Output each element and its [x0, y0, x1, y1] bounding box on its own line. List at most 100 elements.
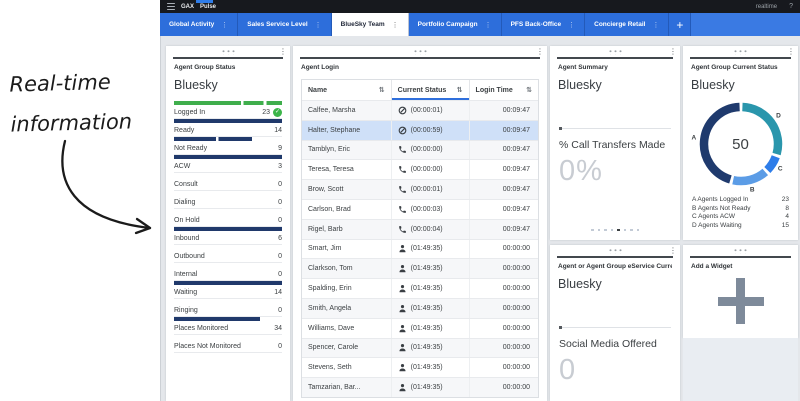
top-bar: GAX Pulse realtime ?	[160, 0, 800, 13]
carousel-dot-8[interactable]	[636, 228, 639, 231]
column-header-current-status[interactable]: Current Status ⇅	[392, 80, 470, 100]
agent-row-teresa-teresa[interactable]: Teresa, Teresa (00:00:00) 00:09:47	[302, 159, 538, 180]
drag-handle-icon[interactable]	[733, 48, 748, 55]
status-on-call-icon	[398, 225, 406, 233]
metric-label: ACW	[174, 163, 191, 170]
tab-sales-service-level[interactable]: Sales Service Level ⋮	[238, 13, 332, 36]
status-logged-off-icon	[399, 384, 406, 392]
tab-menu-icon[interactable]: ⋮	[315, 21, 322, 29]
widget-menu-icon[interactable]: ⋮	[279, 46, 287, 57]
add-tab-button[interactable]: +	[669, 13, 692, 36]
status-row-ready: Ready 14	[174, 119, 282, 137]
tab-menu-icon[interactable]: ⋮	[221, 21, 228, 29]
widget-menu-icon[interactable]: ⋮	[787, 46, 795, 57]
tab-menu-icon[interactable]: ⋮	[652, 21, 659, 29]
tab-menu-icon[interactable]: ⋮	[485, 21, 492, 29]
donut-segment-C	[763, 155, 780, 173]
metric-bar	[174, 137, 252, 141]
tab-concierge-retail[interactable]: Concierge Retail ⋮	[585, 13, 670, 36]
metric-value: 9	[278, 145, 282, 152]
donut-segment-label-D: D	[776, 112, 781, 120]
widget-title: Bluesky	[558, 277, 602, 291]
column-header-name[interactable]: Name ⇅	[302, 80, 392, 100]
agent-login-time: 00:00:00	[502, 304, 530, 312]
nav-pulse[interactable]: Pulse	[200, 4, 216, 10]
drag-handle-icon[interactable]	[412, 48, 428, 55]
agent-row-rigel-barb[interactable]: Rigel, Barb (00:00:04) 00:09:47	[302, 218, 538, 239]
tab-bluesky-team[interactable]: BlueSky Team ⋮	[331, 13, 409, 36]
drag-handle-icon[interactable]	[607, 247, 623, 254]
carousel-dot-1[interactable]	[591, 228, 594, 231]
agent-row-clarkson-tom[interactable]: Clarkson, Tom (01:49:35) 00:00:00	[302, 258, 538, 279]
metric-label: Consult	[174, 181, 198, 188]
column-header-login-time[interactable]: Login Time ⇅	[470, 80, 538, 100]
widget-menu-icon[interactable]: ⋮	[536, 46, 544, 57]
widget-menu-icon[interactable]: ⋮	[669, 46, 677, 57]
agent-name: Smart, Jim	[302, 239, 392, 259]
legend-row-B: B Agents Not Ready 8	[692, 204, 789, 212]
realtime-label: realtime	[755, 3, 778, 10]
widget-menu-icon[interactable]: ⋮	[669, 245, 677, 256]
drag-handle-icon[interactable]	[220, 48, 236, 55]
agent-login-time: 00:00:00	[502, 245, 530, 253]
carousel-dot-7[interactable]	[630, 228, 633, 231]
sort-icon[interactable]: ⇅	[457, 86, 463, 94]
carousel-dot-3[interactable]	[604, 228, 607, 231]
agent-row-smart-jim[interactable]: Smart, Jim (01:49:35) 00:00:00	[302, 238, 538, 259]
agent-current-status: (01:49:35)	[392, 279, 470, 298]
agent-row-tamzarian-bar[interactable]: Tamzarian, Bar... (01:49:35) 00:00:00	[302, 377, 538, 397]
status-logged-off-icon	[399, 245, 406, 253]
metric-value: 0	[278, 181, 282, 188]
status-on-call-icon	[398, 166, 406, 174]
agent-row-spalding-erin[interactable]: Spalding, Erin (01:49:35) 00:00:00	[302, 278, 538, 298]
tab-menu-icon[interactable]: ⋮	[568, 21, 575, 29]
status-on-call-icon	[398, 146, 406, 154]
drag-handle-icon[interactable]	[607, 48, 623, 55]
add-widget-plus-icon[interactable]	[717, 278, 764, 324]
agent-row-calfee-marsha[interactable]: Calfee, Marsha (00:00:01) 00:09:47	[302, 100, 538, 120]
metric-label: Inbound	[174, 235, 200, 242]
agent-row-carlson-brad[interactable]: Carlson, Brad (00:00:03) 00:09:47	[302, 198, 538, 219]
nav-gax[interactable]: GAX	[181, 4, 194, 10]
tab-menu-icon[interactable]: ⋮	[392, 21, 399, 29]
carousel-dot-4[interactable]	[610, 228, 613, 231]
agent-current-status: (00:00:01)	[392, 180, 470, 199]
status-ready-icon	[398, 106, 407, 115]
agent-row-halter-stephane[interactable]: Halter, Stephane (00:00:59) 00:09:47	[302, 119, 538, 140]
metric-label: Dialing	[174, 199, 196, 206]
metric-label: Not Ready	[174, 145, 208, 152]
carousel-dot-6[interactable]	[623, 228, 626, 231]
metric-label: Outbound	[174, 253, 205, 260]
carousel-dot-5[interactable]	[617, 228, 620, 231]
agent-row-williams-dave[interactable]: Williams, Dave (01:49:35) 00:00:00	[302, 317, 538, 338]
carousel-dot-2[interactable]	[597, 228, 600, 231]
agent-row-smith-angela[interactable]: Smith, Angela (01:49:35) 00:00:00	[302, 297, 538, 318]
status-row-internal: Internal 0	[174, 263, 282, 281]
agent-row-brow-scott[interactable]: Brow, Scott (00:00:01) 00:09:47	[302, 179, 538, 199]
metric-value: 0	[278, 307, 282, 314]
drag-handle-icon[interactable]	[733, 247, 748, 254]
agent-name: Carlson, Brad	[302, 199, 392, 219]
widget-header-label: Agent Group Status	[174, 64, 236, 71]
sort-icon[interactable]: ⇅	[526, 86, 532, 94]
agent-row-spencer-carole[interactable]: Spencer, Carole (01:49:35) 00:00:00	[302, 337, 538, 358]
help-icon[interactable]: ?	[789, 3, 793, 10]
agent-login-time: 00:09:47	[502, 126, 530, 134]
agent-name: Teresa, Teresa	[302, 160, 392, 180]
agent-row-tamblyn-eric[interactable]: Tamblyn, Eric (00:00:00) 00:09:47	[302, 139, 538, 160]
metric-label: Places Monitored	[174, 325, 229, 332]
tab-pfs-back-office[interactable]: PFS Back-Office ⋮	[502, 13, 586, 36]
table-header-row: Name ⇅ Current Status ⇅ Login Time ⇅	[302, 80, 538, 100]
sort-icon[interactable]: ⇅	[379, 86, 385, 94]
donut-chart: 50 D C B A	[692, 100, 785, 193]
status-logged-off-icon	[399, 265, 406, 273]
agent-row-stevens-seth[interactable]: Stevens, Seth (01:49:35) 00:00:00	[302, 357, 538, 378]
agent-login-time: 00:00:00	[502, 384, 530, 392]
tab-portfolio-campaign[interactable]: Portfolio Campaign ⋮	[409, 13, 502, 36]
metric-value: 23	[262, 109, 270, 116]
pulse-active-indicator	[196, 0, 213, 3]
tab-global-activity[interactable]: Global Activity ⋮	[160, 13, 239, 36]
agent-current-status: (00:00:01)	[392, 101, 470, 120]
green-check-icon: ✓	[273, 108, 282, 117]
widget-header-label: Add a Widget	[691, 263, 733, 270]
